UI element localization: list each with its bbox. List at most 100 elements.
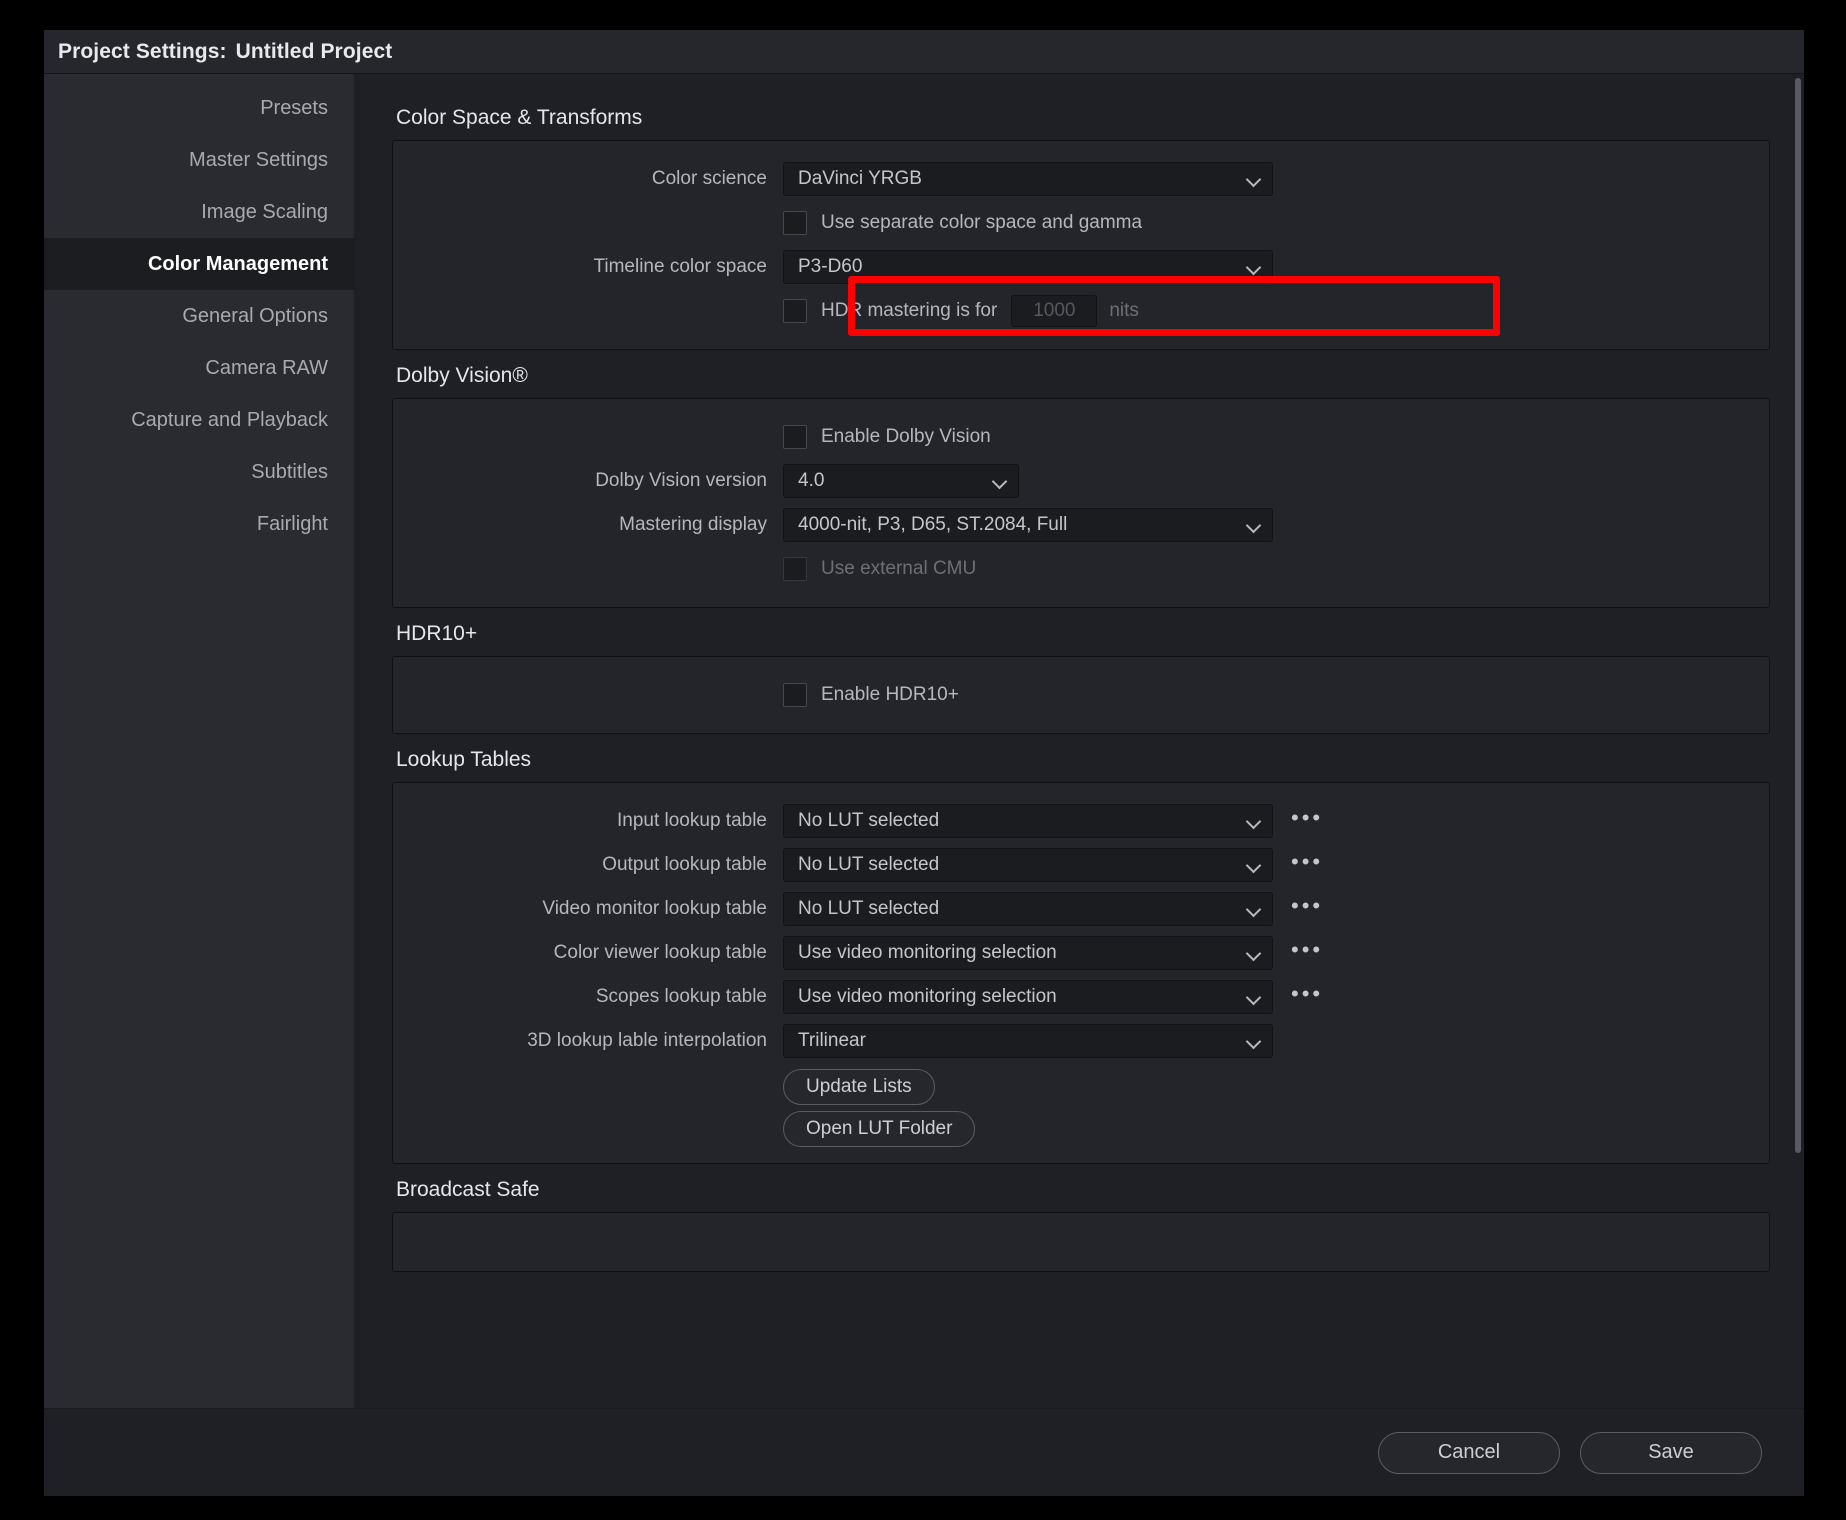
enable-hdr10plus-checkbox[interactable] [783, 683, 807, 707]
input-lookup-table-value: No LUT selected [798, 810, 1236, 832]
sidebar-item-label: Master Settings [189, 149, 328, 172]
color-viewer-lookup-table-value: Use video monitoring selection [798, 942, 1236, 964]
separate-color-space-checkbox[interactable] [783, 211, 807, 235]
color-viewer-lookup-table-select[interactable]: Use video monitoring selection [783, 936, 1273, 970]
chevron-down-icon [992, 473, 1008, 489]
dialog-footer: Cancel Save [44, 1408, 1804, 1496]
window-title-prefix: Project Settings: [58, 40, 227, 63]
row-timeline-color-space: Timeline color space P3-D60 [393, 245, 1769, 289]
row-update-lists: Update Lists [393, 1069, 1769, 1105]
scopes-lookup-table-select[interactable]: Use video monitoring selection [783, 980, 1273, 1014]
sidebar-item-camera-raw[interactable]: Camera RAW [44, 342, 354, 394]
section-heading-color-space: Color Space & Transforms [396, 106, 1770, 130]
sidebar-item-presets[interactable]: Presets [44, 82, 354, 134]
window-titlebar: Project Settings: Untitled Project [44, 30, 1804, 74]
sidebar-item-capture-and-playback[interactable]: Capture and Playback [44, 394, 354, 446]
chevron-down-icon [1246, 171, 1262, 187]
row-input-lookup-table: Input lookup table No LUT selected ••• [393, 799, 1769, 843]
sidebar-item-label: Fairlight [257, 513, 328, 536]
mastering-display-value: 4000-nit, P3, D65, ST.2084, Full [798, 514, 1236, 536]
dolby-vision-version-value: 4.0 [798, 470, 982, 492]
section-heading-dolby-vision: Dolby Vision® [396, 364, 1770, 388]
chevron-down-icon [1246, 901, 1262, 917]
hdr-mastering-checkbox[interactable] [783, 299, 807, 323]
enable-dolby-vision-checkbox[interactable] [783, 425, 807, 449]
timeline-color-space-label: Timeline color space [393, 256, 783, 278]
color-science-label: Color science [393, 168, 783, 190]
sidebar-item-label: Subtitles [251, 461, 328, 484]
chevron-down-icon [1246, 945, 1262, 961]
output-lookup-table-label: Output lookup table [393, 854, 783, 876]
row-color-science: Color science DaVinci YRGB [393, 157, 1769, 201]
enable-dolby-vision-label: Enable Dolby Vision [821, 426, 991, 448]
mastering-display-label: Mastering display [393, 514, 783, 536]
settings-scroll-content: Color Space & Transforms Color science D… [354, 74, 1792, 1408]
use-external-cmu-checkbox[interactable] [783, 557, 807, 581]
3d-lookup-table-interpolation-select[interactable]: Trilinear [783, 1024, 1273, 1058]
dolby-vision-version-label: Dolby Vision version [393, 470, 783, 492]
panel-lookup-tables: Input lookup table No LUT selected ••• O… [392, 782, 1770, 1164]
row-use-external-cmu: Use external CMU [393, 547, 1769, 591]
save-button[interactable]: Save [1580, 1432, 1762, 1474]
window-body: Presets Master Settings Image Scaling Co… [44, 74, 1804, 1408]
content-scrollbar[interactable] [1792, 74, 1804, 1408]
open-lut-folder-button[interactable]: Open LUT Folder [783, 1111, 975, 1147]
row-enable-hdr10plus: Enable HDR10+ [393, 673, 1769, 717]
scopes-lookup-table-label: Scopes lookup table [393, 986, 783, 1008]
settings-content-area: Color Space & Transforms Color science D… [354, 74, 1804, 1408]
video-monitor-lookup-table-browse-button[interactable]: ••• [1291, 895, 1323, 923]
output-lookup-table-browse-button[interactable]: ••• [1291, 851, 1323, 879]
panel-broadcast-safe [392, 1212, 1770, 1272]
chevron-down-icon [1246, 989, 1262, 1005]
hdr-mastering-nits-unit: nits [1109, 300, 1139, 322]
enable-hdr10plus-label: Enable HDR10+ [821, 684, 959, 706]
color-science-value: DaVinci YRGB [798, 168, 1236, 190]
input-lookup-table-select[interactable]: No LUT selected [783, 804, 1273, 838]
color-viewer-lookup-table-browse-button[interactable]: ••• [1291, 939, 1323, 967]
chevron-down-icon [1246, 813, 1262, 829]
hdr-mastering-nits-input[interactable]: 1000 [1011, 295, 1097, 327]
timeline-color-space-select[interactable]: P3-D60 [783, 250, 1273, 284]
sidebar-item-fairlight[interactable]: Fairlight [44, 498, 354, 550]
scopes-lookup-table-value: Use video monitoring selection [798, 986, 1236, 1008]
section-heading-hdr10plus: HDR10+ [396, 622, 1770, 646]
sidebar-item-image-scaling[interactable]: Image Scaling [44, 186, 354, 238]
timeline-color-space-value: P3-D60 [798, 256, 1236, 278]
sidebar-item-subtitles[interactable]: Subtitles [44, 446, 354, 498]
sidebar-item-color-management[interactable]: Color Management [44, 238, 354, 290]
window-title-project: Untitled Project [236, 40, 393, 63]
panel-hdr10plus: Enable HDR10+ [392, 656, 1770, 734]
input-lookup-table-label: Input lookup table [393, 810, 783, 832]
section-heading-broadcast-safe: Broadcast Safe [396, 1178, 1770, 1202]
input-lookup-table-browse-button[interactable]: ••• [1291, 807, 1323, 835]
color-science-select[interactable]: DaVinci YRGB [783, 162, 1273, 196]
cancel-button[interactable]: Cancel [1378, 1432, 1560, 1474]
3d-lookup-table-interpolation-label: 3D lookup lable interpolation [393, 1030, 783, 1052]
video-monitor-lookup-table-select[interactable]: No LUT selected [783, 892, 1273, 926]
sidebar-item-master-settings[interactable]: Master Settings [44, 134, 354, 186]
row-video-monitor-lookup-table: Video monitor lookup table No LUT select… [393, 887, 1769, 931]
sidebar-item-label: Presets [260, 97, 328, 120]
row-enable-dolby-vision: Enable Dolby Vision [393, 415, 1769, 459]
color-viewer-lookup-table-label: Color viewer lookup table [393, 942, 783, 964]
window-title: Project Settings: Untitled Project [58, 40, 392, 64]
dolby-vision-version-select[interactable]: 4.0 [783, 464, 1019, 498]
separate-color-space-label: Use separate color space and gamma [821, 212, 1142, 234]
chevron-down-icon [1246, 517, 1262, 533]
scopes-lookup-table-browse-button[interactable]: ••• [1291, 983, 1323, 1011]
sidebar-item-general-options[interactable]: General Options [44, 290, 354, 342]
sidebar-item-label: Capture and Playback [131, 409, 328, 432]
output-lookup-table-select[interactable]: No LUT selected [783, 848, 1273, 882]
row-output-lookup-table: Output lookup table No LUT selected ••• [393, 843, 1769, 887]
use-external-cmu-label: Use external CMU [821, 558, 976, 580]
3d-lookup-table-interpolation-value: Trilinear [798, 1030, 1236, 1052]
row-scopes-lookup-table: Scopes lookup table Use video monitoring… [393, 975, 1769, 1019]
chevron-down-icon [1246, 857, 1262, 873]
row-separate-color-space-gamma: Use separate color space and gamma [393, 201, 1769, 245]
row-color-viewer-lookup-table: Color viewer lookup table Use video moni… [393, 931, 1769, 975]
content-scrollbar-thumb[interactable] [1795, 78, 1801, 1153]
mastering-display-select[interactable]: 4000-nit, P3, D65, ST.2084, Full [783, 508, 1273, 542]
video-monitor-lookup-table-label: Video monitor lookup table [393, 898, 783, 920]
update-lists-button[interactable]: Update Lists [783, 1069, 935, 1105]
row-hdr-mastering: HDR mastering is for 1000 nits [393, 289, 1769, 333]
